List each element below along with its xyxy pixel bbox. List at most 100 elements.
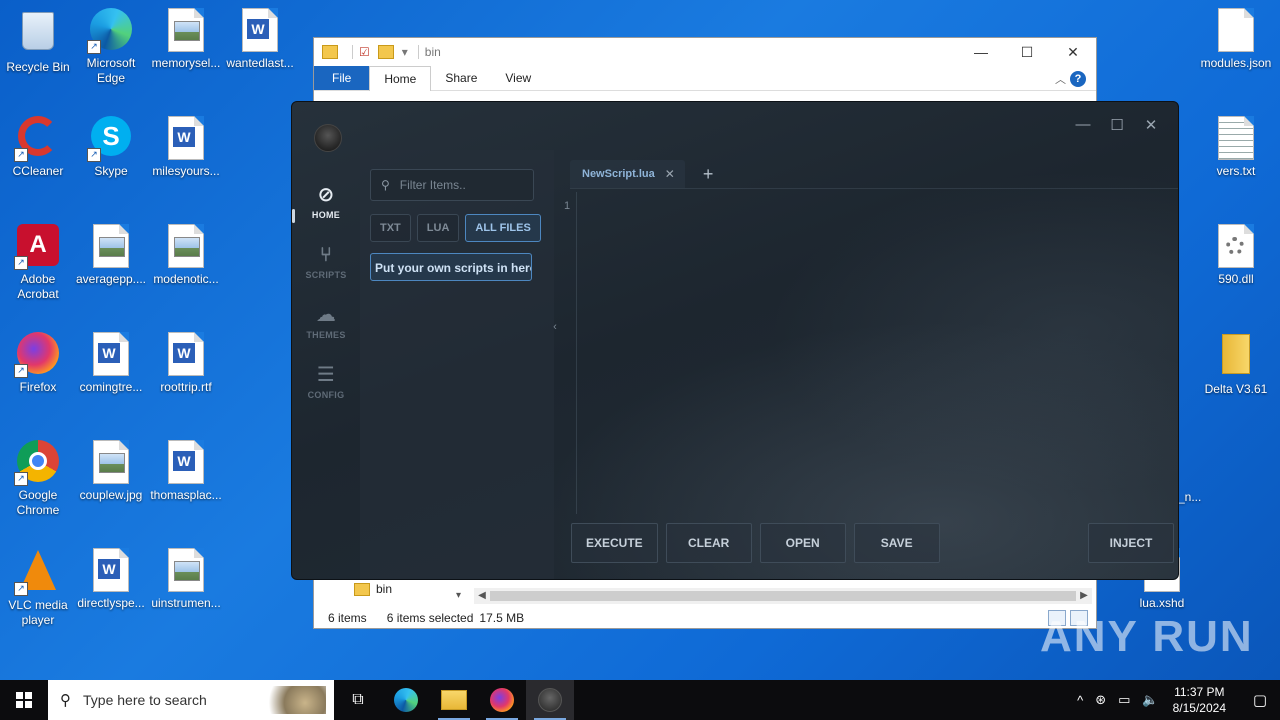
nav-item-themes[interactable]: ☁ THEMES (292, 302, 360, 362)
scrollbar-thumb[interactable] (490, 591, 1076, 601)
notification-center-icon[interactable]: ▢ (1240, 691, 1280, 709)
taskbar-edge[interactable] (382, 680, 430, 720)
tab-file[interactable]: File (314, 66, 370, 90)
app-maximize-button[interactable]: ☐ (1100, 116, 1134, 134)
desktop-icon-microsoft-edge[interactable]: ↗ Microsoft Edge (73, 8, 149, 86)
chevron-up-icon[interactable]: ^ (1077, 693, 1083, 708)
tab-newscript[interactable]: NewScript.lua ✕ (570, 160, 685, 188)
collapse-ribbon-icon[interactable]: ︿ (1055, 71, 1066, 87)
search-highlight-image (256, 686, 326, 714)
desktop-icon-adobe-acrobat[interactable]: A ↗ Adobe Acrobat (0, 224, 76, 302)
filter-search-box[interactable]: ⚲ (370, 169, 534, 201)
filter-txt[interactable]: TXT (370, 214, 411, 242)
horizontal-scrollbar[interactable]: ◀ ▶ (474, 588, 1092, 604)
desktop-icon-delta[interactable]: Delta V3.61 (1198, 332, 1274, 397)
taskbar-executor[interactable] (526, 680, 574, 720)
desktop-icon-skype[interactable]: S ↗ Skype (73, 116, 149, 179)
desktop-icon-memorysel[interactable]: memorysel... (148, 8, 224, 71)
desktop-icon-couplew[interactable]: couplew.jpg (73, 440, 149, 503)
desktop-icon-wantedlast[interactable]: W wantedlast... (222, 8, 298, 71)
filter-lua[interactable]: LUA (416, 214, 460, 242)
taskbar-firefox[interactable] (478, 680, 526, 720)
scroll-right-icon[interactable]: ▶ (1076, 588, 1092, 604)
script-browser-panel: ⚲ TXT LUA ALL FILES Put your own scripts… (360, 150, 554, 579)
close-button[interactable]: ✕ (1050, 38, 1096, 66)
nav-pane-folder-bin[interactable]: bin (354, 582, 392, 596)
desktop-icon-google-chrome[interactable]: ↗ Google Chrome (0, 440, 76, 518)
desktop-icon-recycle-bin[interactable]: Recycle Bin (0, 8, 76, 75)
text-file-icon (1214, 116, 1258, 160)
desktop-icon-averagepp[interactable]: averagepp.... (73, 224, 149, 287)
start-button[interactable] (0, 680, 48, 720)
collapse-panel-icon[interactable]: ‹ (548, 312, 562, 342)
taskbar-clock[interactable]: 11:37 PM 8/15/2024 (1173, 684, 1226, 716)
nav-item-config[interactable]: ☰ CONFIG (292, 362, 360, 422)
editor-action-bar: EXECUTE CLEAR OPEN SAVE (571, 523, 940, 563)
tab-share[interactable]: Share (431, 66, 491, 90)
desktop-icon-uinstrumen[interactable]: uinstrumen... (148, 548, 224, 611)
vlc-icon: ↗ (14, 550, 60, 596)
image-file-icon (164, 8, 208, 52)
taskbar: ⚲ Type here to search ⧉ ^ ⊛ ▭ 🔈 11:37 PM… (0, 680, 1280, 720)
nav-item-scripts[interactable]: ⑂ SCRIPTS (292, 242, 360, 302)
ccleaner-icon: ↗ (14, 116, 60, 162)
folder-icon (354, 582, 370, 596)
execute-button[interactable]: EXECUTE (571, 523, 658, 563)
app-minimize-button[interactable]: — (1066, 116, 1100, 134)
network-icon[interactable]: ▭ (1118, 692, 1130, 708)
desktop-icon-ccleaner[interactable]: ↗ CCleaner (0, 116, 76, 179)
tab-home[interactable]: Home (369, 65, 432, 91)
new-folder-icon[interactable] (377, 45, 394, 59)
open-button[interactable]: OPEN (759, 523, 846, 563)
desktop-icon-comingtre[interactable]: W comingtre... (73, 332, 149, 395)
close-tab-icon[interactable]: ✕ (665, 160, 675, 188)
script-list-item[interactable]: Put your own scripts in here (370, 253, 532, 281)
minimize-button[interactable]: — (958, 38, 1004, 66)
nav-scroll-down-icon[interactable]: ▾ (456, 590, 461, 601)
taskbar-search-box[interactable]: ⚲ Type here to search (48, 680, 334, 720)
app-close-button[interactable]: ✕ (1134, 116, 1168, 134)
filter-all-files[interactable]: ALL FILES (465, 214, 541, 242)
desktop-icon-590-dll[interactable]: 590.dll (1198, 224, 1274, 287)
recycle-bin-icon (16, 12, 60, 56)
desktop-icon-directlyspe[interactable]: W directlyspe... (73, 548, 149, 611)
code-editor[interactable] (582, 192, 1172, 514)
dll-file-icon (1214, 224, 1258, 268)
executor-window[interactable]: — ☐ ✕ ⊘ HOME ⑂ SCRIPTS ☁ THEMES ☰ CONFIG… (291, 101, 1179, 580)
chevron-down-icon[interactable]: ▾ (402, 45, 408, 59)
desktop-icon-modenotic[interactable]: modenotic... (148, 224, 224, 287)
editor-gutter (570, 192, 577, 514)
maximize-button[interactable]: ☐ (1004, 38, 1050, 66)
acrobat-icon: A ↗ (14, 224, 60, 270)
help-icon[interactable]: ? (1070, 71, 1086, 87)
image-file-icon (164, 224, 208, 268)
tab-view[interactable]: View (491, 66, 545, 90)
desktop-icon-vers-txt[interactable]: vers.txt (1198, 116, 1274, 179)
app-sidebar-nav: ⊘ HOME ⑂ SCRIPTS ☁ THEMES ☰ CONFIG (292, 182, 360, 422)
desktop-icon-modules-json[interactable]: modules.json (1198, 8, 1274, 71)
network-activity-icon[interactable]: ⊛ (1095, 692, 1106, 708)
scroll-left-icon[interactable]: ◀ (474, 588, 490, 604)
desktop-icon-firefox[interactable]: ↗ Firefox (0, 332, 76, 395)
nav-item-home[interactable]: ⊘ HOME (292, 182, 360, 242)
executor-app-icon (538, 688, 562, 712)
inject-button[interactable]: INJECT (1088, 523, 1174, 563)
search-icon: ⚲ (60, 692, 71, 709)
branch-icon: ⑂ (319, 244, 333, 266)
add-tab-icon[interactable]: + (703, 164, 714, 185)
taskbar-file-explorer[interactable] (430, 680, 478, 720)
explorer-title-bar[interactable]: ☑ ▾ bin — ☐ ✕ (314, 38, 1096, 66)
image-file-icon (89, 224, 133, 268)
save-button[interactable]: SAVE (853, 523, 940, 563)
clear-button[interactable]: CLEAR (665, 523, 752, 563)
desktop-icon-roottrip[interactable]: W roottrip.rtf (148, 332, 224, 395)
word-file-icon: W (89, 548, 133, 592)
desktop-icon-milesyours[interactable]: W milesyours... (148, 116, 224, 179)
task-view-button[interactable]: ⧉ (334, 680, 382, 720)
volume-icon[interactable]: 🔈 (1142, 692, 1158, 708)
desktop-icon-thomasplac[interactable]: W thomasplac... (148, 440, 224, 503)
filter-input[interactable] (397, 177, 522, 193)
app-logo-icon (314, 124, 342, 152)
desktop-icon-vlc[interactable]: ↗ VLC media player (0, 548, 76, 628)
properties-icon[interactable]: ☑ (359, 45, 370, 59)
